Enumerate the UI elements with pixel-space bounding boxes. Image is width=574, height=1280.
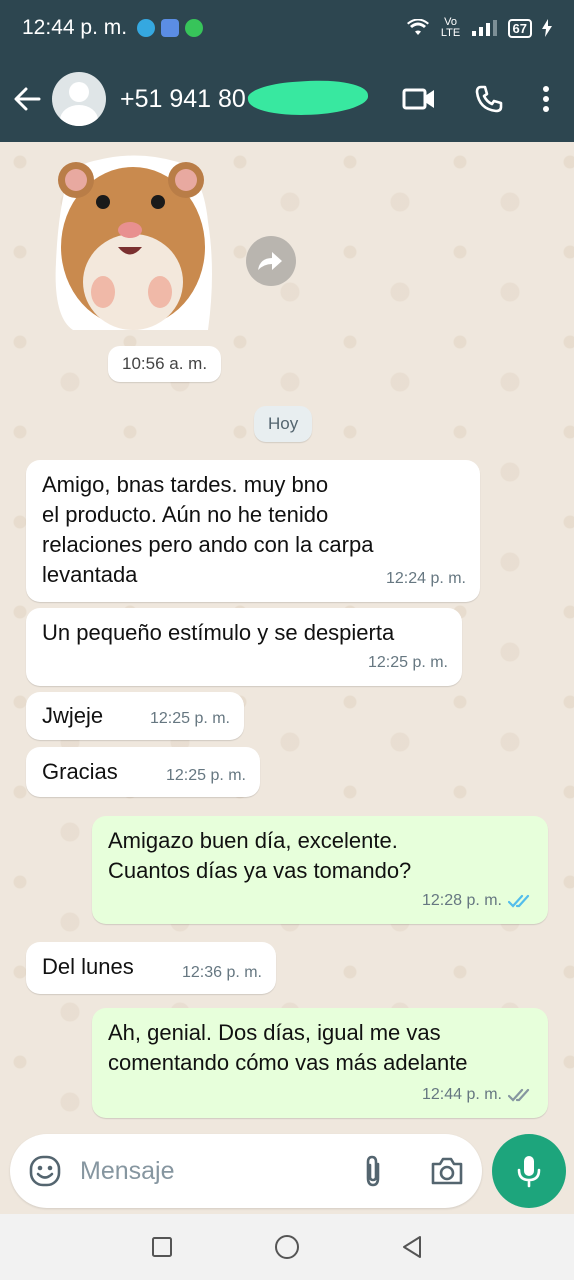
- recents-icon[interactable]: [151, 1236, 173, 1258]
- more-vert-icon[interactable]: [542, 85, 550, 113]
- emoji-icon[interactable]: [28, 1154, 62, 1188]
- message-bubble-incoming[interactable]: Amigo, bnas tardes. muy bno el producto.…: [26, 460, 480, 602]
- home-icon[interactable]: [274, 1234, 300, 1260]
- message-text: Del lunes: [42, 954, 134, 979]
- battery-level: 67: [507, 18, 532, 38]
- sticker-timestamp: 10:56 a. m.: [108, 346, 222, 382]
- message-text: Jwjeje: [42, 703, 104, 728]
- chat-header: +51 941 80: [0, 56, 574, 142]
- contact-name[interactable]: +51 941 80: [120, 76, 370, 119]
- chat-area[interactable]: 10:56 a. m. Hoy Amigo, bnas tardes. muy …: [0, 142, 574, 1142]
- message-time: 12:25 p. m.: [367, 654, 448, 671]
- message-text: Gracias: [42, 759, 118, 784]
- message-time: 12:36 p. m.: [181, 964, 262, 981]
- wifi-icon: [406, 19, 429, 35]
- notification-icons: [137, 19, 204, 37]
- charging-icon: [542, 19, 552, 37]
- app-notification-icon: [161, 19, 180, 37]
- network-type: Vo LTE: [440, 16, 461, 39]
- status-right-icons: Vo LTE 67: [406, 17, 552, 39]
- message-input[interactable]: Mensaje: [10, 1134, 482, 1208]
- composer: Mensaje: [0, 1132, 574, 1212]
- microphone-icon: [517, 1156, 541, 1188]
- message-bubble-incoming[interactable]: Un pequeño estímulo y se despierta 12:25…: [26, 608, 462, 686]
- whatsapp-icon: [185, 19, 204, 37]
- message-bubble-outgoing[interactable]: Amigazo buen día, excelente. Cuantos día…: [92, 816, 548, 924]
- message-time: 12:28 p. m.: [421, 892, 502, 909]
- message-bubble-incoming[interactable]: Jwjeje 12:25 p. m.: [26, 692, 244, 740]
- telegram-icon: [137, 19, 156, 37]
- video-call-icon[interactable]: [402, 86, 436, 112]
- phone-icon[interactable]: [474, 84, 504, 114]
- back-nav-icon[interactable]: [401, 1235, 423, 1259]
- system-navigation-bar: [0, 1214, 574, 1280]
- message-time: 12:24 p. m.: [385, 570, 466, 587]
- delivered-receipt-icon: [508, 1088, 530, 1102]
- message-bubble-outgoing[interactable]: Ah, genial. Dos días, igual me vas comen…: [92, 1008, 548, 1118]
- message-text: Un pequeño estímulo y se despierta: [42, 620, 395, 645]
- redaction-mark: [246, 76, 370, 119]
- voice-message-button[interactable]: [492, 1134, 566, 1208]
- back-button[interactable]: [2, 87, 52, 111]
- hamster-sticker[interactable]: [48, 152, 218, 332]
- message-bubble-incoming[interactable]: Del lunes 12:36 p. m.: [26, 942, 276, 994]
- message-bubble-incoming[interactable]: Gracias 12:25 p. m.: [26, 747, 260, 797]
- message-time: 12:25 p. m.: [149, 710, 230, 727]
- arrow-left-icon: [14, 87, 41, 111]
- message-text: Ah, genial. Dos días, igual me vas comen…: [108, 1020, 468, 1075]
- forward-button[interactable]: [246, 236, 296, 286]
- status-bar: 12:44 p. m. Vo LTE 67: [0, 0, 574, 56]
- message-text: Amigazo buen día, excelente. Cuantos día…: [108, 828, 412, 883]
- message-placeholder: Mensaje: [80, 1156, 175, 1185]
- paperclip-icon[interactable]: [362, 1154, 384, 1188]
- day-separator: Hoy: [254, 406, 313, 442]
- forward-icon: [258, 252, 282, 270]
- message-text: Amigo, bnas tardes. muy bno el producto.…: [42, 472, 374, 587]
- message-time: 12:25 p. m.: [165, 767, 246, 784]
- read-receipt-icon: [508, 894, 530, 908]
- message-time: 12:44 p. m.: [421, 1086, 502, 1103]
- avatar[interactable]: [52, 72, 106, 126]
- status-time: 12:44 p. m.: [22, 16, 128, 39]
- camera-icon[interactable]: [430, 1156, 464, 1186]
- signal-icon: [471, 20, 497, 36]
